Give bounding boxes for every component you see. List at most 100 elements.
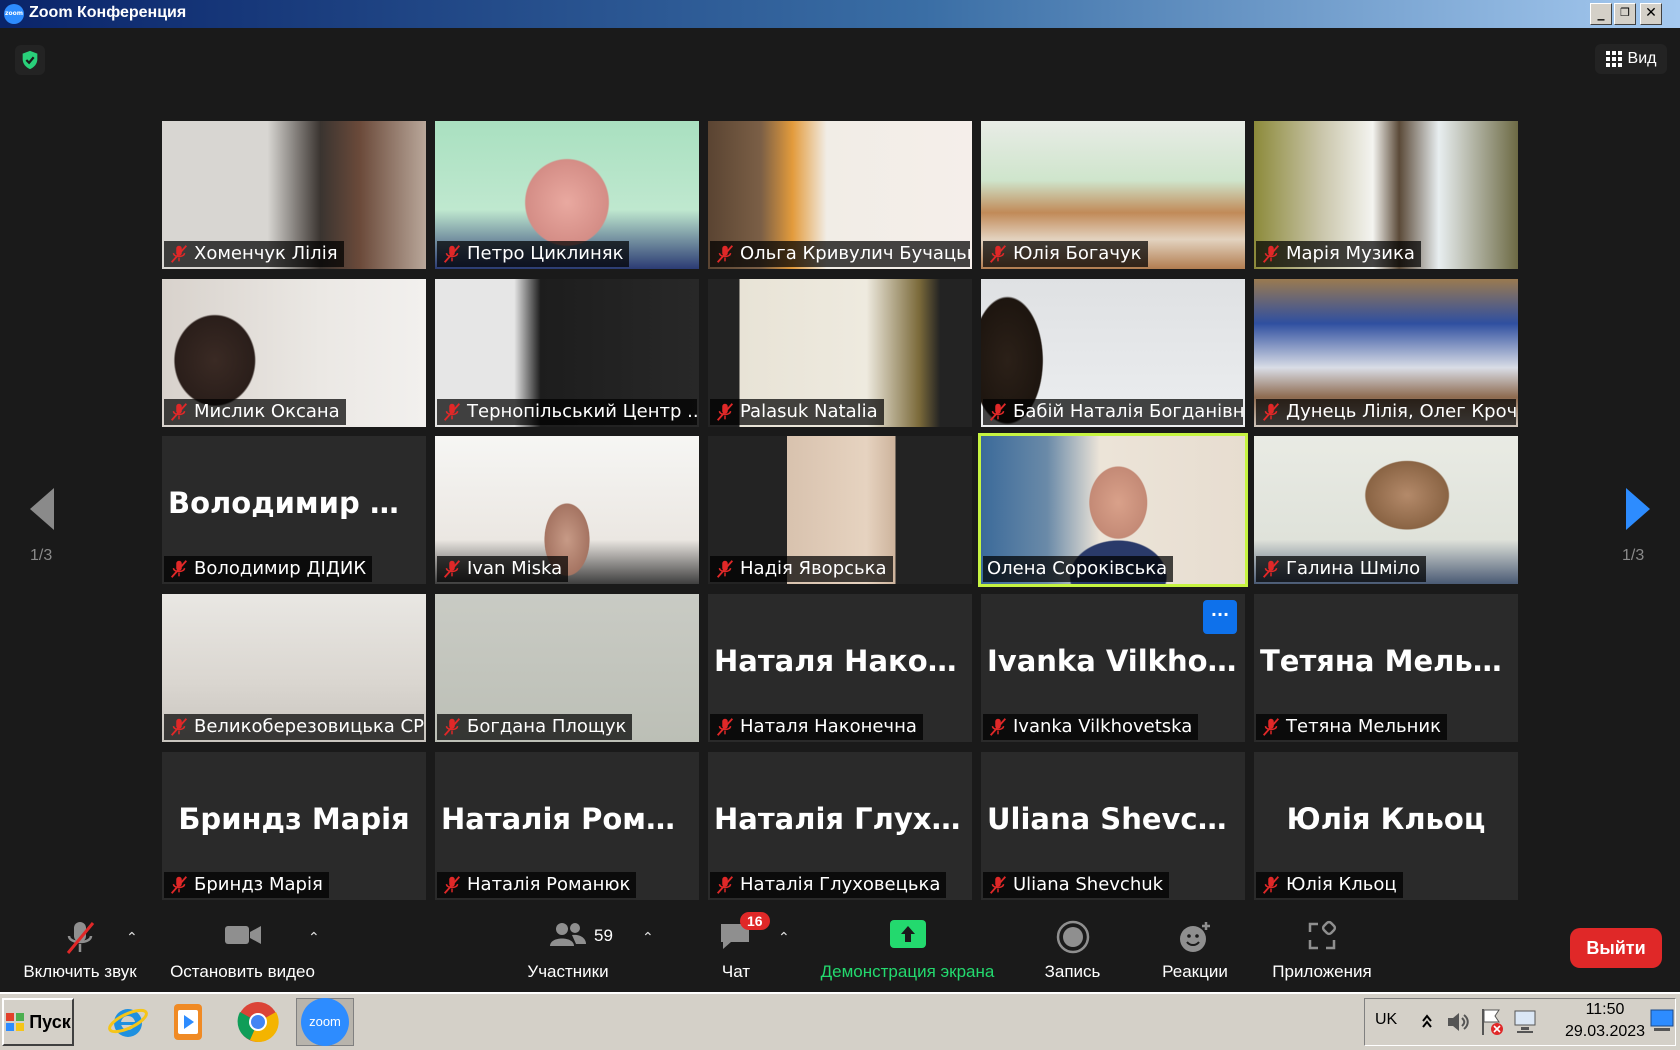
clock-time[interactable]: 11:50 xyxy=(1565,1001,1645,1019)
participant-tile[interactable]: Тернопільський Центр ... xyxy=(435,279,699,427)
record-icon xyxy=(1056,920,1089,954)
security-shield-icon[interactable] xyxy=(15,45,45,75)
participant-name-label: Богдана Площук xyxy=(437,714,633,740)
apps-button[interactable]: Приложения xyxy=(1262,900,1382,992)
share-screen-button[interactable]: Демонстрация экрана xyxy=(810,900,1005,992)
reactions-button[interactable]: Реакции xyxy=(1155,900,1235,992)
action-center-flag-icon[interactable] xyxy=(1479,1007,1505,1037)
microphone-muted-icon xyxy=(1260,401,1282,423)
record-button[interactable]: Запись xyxy=(1035,900,1110,992)
microphone-muted-icon xyxy=(168,558,190,580)
participants-label: Участники xyxy=(527,962,609,981)
show-hidden-icons-icon[interactable] xyxy=(1421,1013,1433,1029)
participant-name-label: Юлія Богачук xyxy=(983,241,1148,267)
close-button[interactable]: ✕ xyxy=(1640,3,1662,25)
participant-name: Тернопільський Центр ... xyxy=(467,401,697,422)
participant-name: Тетяна Мельник xyxy=(1286,716,1441,737)
zoom-logo-icon: zoom xyxy=(4,4,24,24)
participant-tile[interactable]: Олена Сороківська xyxy=(978,433,1248,587)
participant-tile[interactable]: Тетяна Мельник Тетяна Мельник xyxy=(1254,594,1518,742)
camera-icon xyxy=(224,926,261,944)
participant-tile[interactable]: Ivan Miska xyxy=(435,436,699,584)
meeting-toolbar: Включить звук ⌃ Остановить видео ⌃ 59 Уч… xyxy=(0,900,1680,992)
microphone-muted-icon xyxy=(987,874,1009,896)
participant-name: Хоменчук Лілія xyxy=(194,243,338,264)
more-options-button[interactable]: ··· xyxy=(1203,600,1237,634)
participant-tile[interactable]: Uliana Shevchuk Uliana Shevchuk xyxy=(981,752,1245,900)
leave-button[interactable]: Выйти xyxy=(1570,928,1662,968)
zoom-taskbar-icon[interactable]: zoom xyxy=(296,998,354,1046)
participant-tile[interactable]: Марія Музика xyxy=(1254,121,1518,269)
stop-video-button[interactable]: Остановить видео xyxy=(160,900,325,992)
participants-count: 59 xyxy=(594,926,613,945)
microphone-muted-icon xyxy=(714,716,736,738)
participant-tile[interactable]: Ivanka Vilkhove... ··· Ivanka Vilkhovetska xyxy=(981,594,1245,742)
participant-tile[interactable]: Palasuk Natalia xyxy=(708,279,972,427)
participant-name-label: Хоменчук Лілія xyxy=(164,241,344,267)
participant-tile[interactable]: Богдана Площук xyxy=(435,594,699,742)
participant-tile[interactable]: Петро Циклиняк xyxy=(435,121,699,269)
participant-tile[interactable]: Бриндз Марія Бриндз Марія xyxy=(162,752,426,900)
participant-name-label: Uliana Shevchuk xyxy=(983,872,1170,898)
chat-badge: 16 xyxy=(740,912,770,930)
participant-name-placeholder: Uliana Shevchuk xyxy=(987,802,1245,836)
internet-explorer-icon[interactable] xyxy=(104,998,152,1046)
participant-name-label: Palasuk Natalia xyxy=(710,399,884,425)
participant-name: Palasuk Natalia xyxy=(740,401,878,422)
participant-tile[interactable]: Надія Яворська xyxy=(708,436,972,584)
microphone-muted-icon xyxy=(441,716,463,738)
participant-tile[interactable]: Ольга Кривулич Бучацька... xyxy=(708,121,972,269)
participant-tile[interactable]: Галина Шміло xyxy=(1254,436,1518,584)
view-button[interactable]: Вид xyxy=(1595,44,1667,74)
chrome-icon[interactable] xyxy=(234,998,282,1046)
participants-button[interactable]: 59 Участники xyxy=(518,900,618,992)
page-indicator-left: 1/3 xyxy=(30,547,53,564)
next-page-button[interactable] xyxy=(1624,486,1652,536)
participant-name-label: Бабій Наталія Богданівна xyxy=(983,399,1243,425)
video-options-caret-icon[interactable]: ⌃ xyxy=(308,930,320,946)
participants-options-caret-icon[interactable]: ⌃ xyxy=(642,930,654,946)
participant-tile[interactable]: Дунець Лілія, Олег Кроч... xyxy=(1254,279,1518,427)
chat-options-caret-icon[interactable]: ⌃ xyxy=(778,930,790,946)
microphone-muted-icon xyxy=(168,401,190,423)
restore-button[interactable]: ❐ xyxy=(1614,3,1636,25)
participant-tile[interactable]: Наталія Роман... Наталія Романюк xyxy=(435,752,699,900)
participant-tile[interactable]: Наталя Наконе... Наталя Наконечна xyxy=(708,594,972,742)
show-desktop-icon[interactable] xyxy=(1650,1006,1674,1036)
chat-button[interactable]: 16 Чат xyxy=(706,900,770,992)
participant-name: Галина Шміло xyxy=(1286,558,1421,579)
audio-options-caret-icon[interactable]: ⌃ xyxy=(126,930,138,946)
microphone-muted-icon xyxy=(714,401,736,423)
start-button[interactable]: Пуск xyxy=(2,998,74,1046)
media-player-icon[interactable] xyxy=(164,998,212,1046)
arrow-right-icon xyxy=(1626,488,1650,530)
participant-name-label: Наталія Глуховецька xyxy=(710,872,947,898)
window-title-bar: zoom Zoom Конференция _ ❐ ✕ xyxy=(0,0,1680,28)
previous-page-button[interactable] xyxy=(28,486,56,536)
unmute-label: Включить звук xyxy=(23,962,137,981)
volume-icon[interactable] xyxy=(1445,1009,1471,1035)
participant-tile[interactable]: Бабій Наталія Богданівна xyxy=(981,279,1245,427)
participant-name-placeholder: Тетяна Мельник xyxy=(1260,644,1518,678)
participant-tile[interactable]: Юлія Богачук xyxy=(981,121,1245,269)
minimize-button[interactable]: _ xyxy=(1590,3,1612,25)
participant-name-label: Надія Яворська xyxy=(710,556,893,582)
participant-tile[interactable]: Юлія Кльоц Юлія Кльоц xyxy=(1254,752,1518,900)
language-indicator[interactable]: UK xyxy=(1375,1011,1397,1029)
participant-tile[interactable]: Наталія Глухов... Наталія Глуховецька xyxy=(708,752,972,900)
clock-date[interactable]: 29.03.2023 xyxy=(1555,1023,1655,1041)
participant-tile[interactable]: Володимир ДІ... Володимир ДІДИК xyxy=(162,436,426,584)
network-icon[interactable] xyxy=(1511,1007,1541,1037)
participant-name-label: Ivan Miska xyxy=(437,556,569,582)
participant-name: Наталія Глуховецька xyxy=(740,874,941,895)
chat-label: Чат xyxy=(721,962,751,981)
participant-tile[interactable]: Великоберезовицька СР xyxy=(162,594,426,742)
windows-logo-icon xyxy=(6,1013,25,1031)
microphone-muted-icon xyxy=(441,558,463,580)
unmute-button[interactable]: Включить звук xyxy=(10,900,150,992)
participant-tile[interactable]: Хоменчук Лілія xyxy=(162,121,426,269)
participant-name-placeholder: Юлія Кльоц xyxy=(1286,802,1486,836)
participant-name-label: Ivanka Vilkhovetska xyxy=(983,714,1199,740)
participant-tile[interactable]: Мислик Оксана xyxy=(162,279,426,427)
apps-label: Приложения xyxy=(1272,962,1372,981)
